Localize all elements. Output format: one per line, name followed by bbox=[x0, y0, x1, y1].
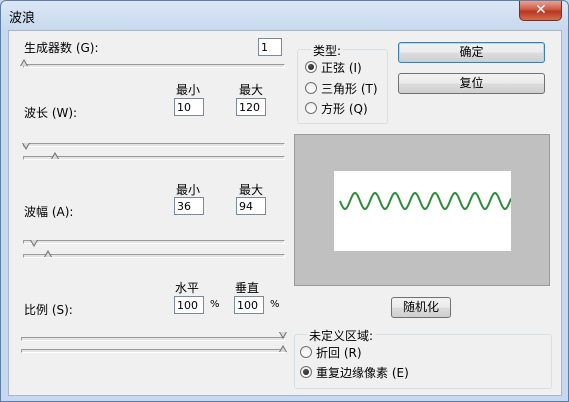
scale-vertical-slider-thumb[interactable] bbox=[279, 345, 287, 353]
scale-horizontal-input[interactable] bbox=[174, 296, 204, 314]
generators-slider-thumb[interactable] bbox=[20, 59, 28, 67]
amplitude-max-slider-track[interactable] bbox=[23, 254, 285, 258]
ok-button[interactable]: 确定 bbox=[398, 42, 545, 63]
scale-label: 比例 (S): bbox=[24, 303, 73, 317]
amplitude-min-slider-track[interactable] bbox=[23, 240, 285, 244]
amplitude-min-slider-thumb[interactable] bbox=[30, 240, 38, 248]
type-option-label: 方形 (Q) bbox=[321, 101, 368, 116]
wave-preview-graphic bbox=[339, 191, 512, 211]
amplitude-max-input[interactable] bbox=[236, 197, 266, 215]
wave-preview bbox=[294, 134, 550, 286]
generators-input[interactable] bbox=[258, 38, 282, 56]
wavelength-label: 波长 (W): bbox=[24, 106, 78, 120]
wave-dialog: 波浪 ✕ 生成器数 (G): 最小 最大 波长 (W): 最小 最大 波幅 (A… bbox=[0, 0, 569, 402]
undefined-option-label: 重复边缘像素 (E) bbox=[316, 365, 409, 380]
wavelength-max-header: 最大 bbox=[239, 83, 264, 97]
amplitude-max-slider-thumb[interactable] bbox=[44, 250, 52, 258]
amplitude-min-header: 最小 bbox=[176, 183, 201, 197]
type-option-label: 三角形 (T) bbox=[321, 81, 378, 96]
type-option-square[interactable]: 方形 (Q) bbox=[305, 100, 368, 116]
close-icon: ✕ bbox=[535, 2, 547, 18]
radio-selected-icon[interactable] bbox=[305, 61, 317, 73]
dialog-client: 生成器数 (G): 最小 最大 波长 (W): 最小 最大 波幅 (A): 水平… bbox=[8, 30, 562, 396]
type-option-label: 正弦 (I) bbox=[321, 60, 362, 75]
undefined-areas-title: 未定义区域: bbox=[307, 327, 376, 344]
wavelength-max-slider-track[interactable] bbox=[23, 156, 285, 160]
amplitude-label: 波幅 (A): bbox=[24, 205, 74, 219]
preview-canvas bbox=[334, 171, 512, 251]
radio-unselected-icon[interactable] bbox=[305, 102, 317, 114]
wavelength-max-slider-thumb[interactable] bbox=[51, 152, 59, 160]
undefined-option-wrap[interactable]: 折回 (R) bbox=[300, 344, 362, 360]
generators-slider-track[interactable] bbox=[23, 64, 285, 68]
scale-horizontal-percent: % bbox=[210, 299, 220, 310]
type-option-triangle[interactable]: 三角形 (T) bbox=[305, 80, 378, 96]
wavelength-min-header: 最小 bbox=[176, 83, 201, 97]
undefined-option-repeat-edge[interactable]: 重复边缘像素 (E) bbox=[300, 364, 409, 380]
amplitude-min-input[interactable] bbox=[174, 197, 204, 215]
window-title: 波浪 bbox=[9, 11, 36, 26]
randomize-button[interactable]: 随机化 bbox=[391, 297, 451, 318]
scale-horizontal-header: 水平 bbox=[175, 281, 200, 295]
type-group-title: 类型: bbox=[311, 42, 344, 59]
scale-horizontal-slider-thumb[interactable] bbox=[279, 332, 287, 340]
reset-button[interactable]: 复位 bbox=[398, 73, 545, 94]
radio-unselected-icon[interactable] bbox=[305, 82, 317, 94]
scale-horizontal-slider-track[interactable] bbox=[21, 337, 285, 341]
undefined-option-label: 折回 (R) bbox=[316, 345, 362, 360]
wavelength-min-slider-track[interactable] bbox=[23, 143, 285, 147]
scale-vertical-slider-track[interactable] bbox=[21, 349, 285, 353]
scale-vertical-header: 垂直 bbox=[235, 281, 260, 295]
generators-label: 生成器数 (G): bbox=[24, 41, 99, 55]
sine-wave-path bbox=[339, 191, 512, 211]
title-bar[interactable]: 波浪 ✕ bbox=[1, 1, 568, 29]
type-option-sine[interactable]: 正弦 (I) bbox=[305, 59, 362, 75]
radio-selected-icon[interactable] bbox=[300, 366, 312, 378]
close-button[interactable]: ✕ bbox=[519, 1, 562, 21]
wavelength-min-input[interactable] bbox=[174, 98, 204, 116]
radio-unselected-icon[interactable] bbox=[300, 346, 312, 358]
wavelength-min-slider-thumb[interactable] bbox=[22, 143, 30, 151]
amplitude-max-header: 最大 bbox=[239, 183, 264, 197]
scale-vertical-percent: % bbox=[270, 299, 280, 310]
wavelength-max-input[interactable] bbox=[236, 98, 266, 116]
scale-vertical-input[interactable] bbox=[234, 296, 264, 314]
